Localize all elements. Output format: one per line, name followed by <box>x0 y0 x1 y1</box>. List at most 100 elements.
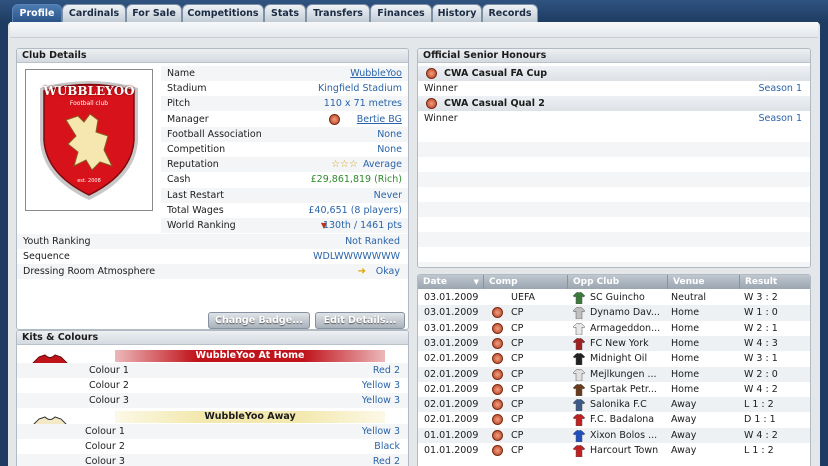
fixture-opp-club[interactable]: F.C. Badalona <box>590 412 666 427</box>
fixture-result[interactable]: D 1 : 1 <box>744 412 776 427</box>
fixture-result[interactable]: W 4 : 2 <box>744 382 778 397</box>
sort-down-icon: ▼ <box>473 278 479 286</box>
home-colour-row: Colour 1 Red 2 <box>17 363 408 378</box>
info-row-youth: Youth Ranking Not Ranked <box>17 234 408 249</box>
tab-finances[interactable]: Finances <box>370 4 432 22</box>
fixture-comp: CP <box>511 368 524 380</box>
tab-stats[interactable]: Stats <box>264 4 306 22</box>
fixture-result[interactable]: W 4 : 2 <box>744 428 778 443</box>
honour-row: Winner Season 1 <box>418 81 810 96</box>
competition-icon <box>492 445 503 456</box>
honours-panel: Official Senior Honours CWA Casual FA Cu… <box>417 48 811 268</box>
tab-competitions[interactable]: Competitions <box>182 4 264 22</box>
tab-transfers[interactable]: Transfers <box>306 4 370 22</box>
fixture-result[interactable]: W 4 : 3 <box>744 336 778 351</box>
fixture-opp-club[interactable]: Midnight Oil <box>590 351 666 366</box>
club-details-panel: Club Details WUBBLEYOO Football club est… <box>16 48 409 330</box>
fixture-result[interactable]: W 3 : 2 <box>744 290 778 305</box>
fixture-date: 02.01.2009 <box>424 399 479 411</box>
competition-icon <box>492 429 503 441</box>
fixture-opp-club[interactable]: Armageddon... <box>590 321 666 336</box>
edit-details-button[interactable]: Edit Details... <box>315 312 405 329</box>
info-label: Football Association <box>167 128 262 140</box>
col-result[interactable]: Result <box>740 275 810 289</box>
fixture-result[interactable]: W 1 : 0 <box>744 305 778 320</box>
fixture-row[interactable]: 02.01.2009 CP Mejlkungen ... Home W 2 : 0 <box>418 366 810 382</box>
opp-kit-icon <box>573 414 585 427</box>
competition-icon <box>492 322 503 334</box>
fixture-result[interactable]: L 1 : 2 <box>744 443 774 458</box>
fixture-date: 03.01.2009 <box>424 307 479 319</box>
honour-row: Winner Season 1 <box>418 111 810 126</box>
honour-result: Winner <box>424 83 458 94</box>
fixture-opp-club[interactable]: SC Guincho <box>590 290 666 305</box>
fixture-row[interactable]: 01.01.2009 CP Xixon Bolos ... Away W 4 : 2 <box>418 427 810 443</box>
fixture-row[interactable]: 01.01.2009 CP Harcourt Town Away L 1 : 2 <box>418 443 810 458</box>
fixture-date: 03.01.2009 <box>424 322 479 334</box>
fixture-comp: CP <box>511 383 524 395</box>
fixture-row[interactable]: 03.01.2009 CP Armageddon... Home W 2 : 1 <box>418 321 810 336</box>
manager-link[interactable]: Bertie BG <box>357 112 402 127</box>
tab-records[interactable]: Records <box>482 4 538 22</box>
info-value: 130th / 1461 pts <box>322 220 402 231</box>
competition-icon <box>492 353 503 365</box>
crest-est: est. 2008 <box>77 178 101 184</box>
col-opp-club[interactable]: Opp Club <box>568 275 668 289</box>
honour-season: Season 1 <box>758 83 802 94</box>
fixture-date: 02.01.2009 <box>424 368 479 380</box>
honour-name: CWA Casual Qual 2 <box>444 98 545 109</box>
col-venue[interactable]: Venue <box>668 275 740 289</box>
tab-for-sale[interactable]: For Sale <box>126 4 182 22</box>
club-name-link[interactable]: WubbleYoo <box>350 66 402 81</box>
fixture-result[interactable]: W 2 : 1 <box>744 321 778 336</box>
tab-bar: Profile Cardinals For Sale Competitions … <box>0 0 828 22</box>
fixture-opp-club[interactable]: Mejlkungen ... <box>590 367 666 382</box>
fixture-row[interactable]: 02.01.2009 CP Midnight Oil Home W 3 : 1 <box>418 351 810 366</box>
fixture-result[interactable]: W 2 : 0 <box>744 367 778 382</box>
home-colour-row: Colour 3 Yellow 3 <box>17 393 408 409</box>
crest-subtitle: Football club <box>69 100 109 107</box>
tab-profile[interactable]: Profile <box>12 4 62 22</box>
col-date[interactable]: Date ▼ <box>418 275 484 289</box>
competition-icon <box>492 307 503 319</box>
fixture-comp: CP <box>511 353 524 365</box>
info-value: 110 x 71 metres <box>323 98 402 110</box>
col-comp[interactable]: Comp <box>484 275 568 289</box>
fixture-opp-club[interactable]: FC New York <box>590 336 666 351</box>
fixture-opp-club[interactable]: Harcourt Town <box>590 443 666 458</box>
fixture-comp: UEFA <box>511 292 536 303</box>
info-label: Total Wages <box>167 204 224 216</box>
fixture-row[interactable]: 02.01.2009 CP F.C. Badalona Away D 1 : 1 <box>418 412 810 427</box>
kits-title: Kits & Colours <box>17 331 408 345</box>
fixture-row[interactable]: 02.01.2009 CP Spartak Petr... Home W 4 : 2 <box>418 382 810 397</box>
fixture-row[interactable]: 03.01.2009 CP Dynamo Dav... Home W 1 : 0 <box>418 305 810 321</box>
fixture-row[interactable]: 03.01.2009 CP FC New York Home W 4 : 3 <box>418 335 810 352</box>
change-badge-button[interactable]: Change Badge... <box>208 312 310 329</box>
fixture-opp-club[interactable]: Spartak Petr... <box>590 382 666 397</box>
fixture-venue: Home <box>671 368 700 380</box>
fixture-opp-club[interactable]: Salonika F.C <box>590 397 666 412</box>
colour-value: Black <box>374 441 400 453</box>
club-info-list: Name WubbleYoo Stadium Kingfield Stadium P… <box>161 66 408 234</box>
fixture-row[interactable]: 02.01.2009 CP Salonika F.C Away L 1 : 2 <box>418 397 810 413</box>
fixture-date: 01.01.2009 <box>424 429 479 441</box>
fixture-opp-club[interactable]: Xixon Bolos ... <box>590 428 666 443</box>
fixture-row[interactable]: 03.01.2009 UEFA SC Guincho Neutral W 3 : 2 <box>418 290 810 305</box>
info-value: WDLWWWWWWW <box>313 251 400 263</box>
colour-label: Colour 2 <box>89 380 129 392</box>
fixture-result[interactable]: L 1 : 2 <box>744 397 774 412</box>
info-value: Okay <box>375 266 400 278</box>
info-value: £40,651 (8 players) <box>308 204 402 216</box>
fixture-opp-club[interactable]: Dynamo Dav... <box>590 305 666 320</box>
away-colour-row: Colour 2 Black <box>17 439 408 455</box>
opp-kit-icon <box>573 307 585 320</box>
fixture-result[interactable]: W 3 : 1 <box>744 351 778 366</box>
fixture-comp: CP <box>511 322 524 334</box>
info-label: Manager <box>167 113 209 125</box>
tab-cardinals[interactable]: Cardinals <box>62 4 126 22</box>
info-row-cash: Cash £29,861,819 (Rich) <box>161 172 408 187</box>
tab-history[interactable]: History <box>432 4 482 22</box>
info-row-sequence: Sequence WDLWWWWWWW <box>17 249 408 265</box>
honour-header: CWA Casual FA Cup <box>418 66 810 81</box>
info-label: Competition <box>167 144 226 155</box>
